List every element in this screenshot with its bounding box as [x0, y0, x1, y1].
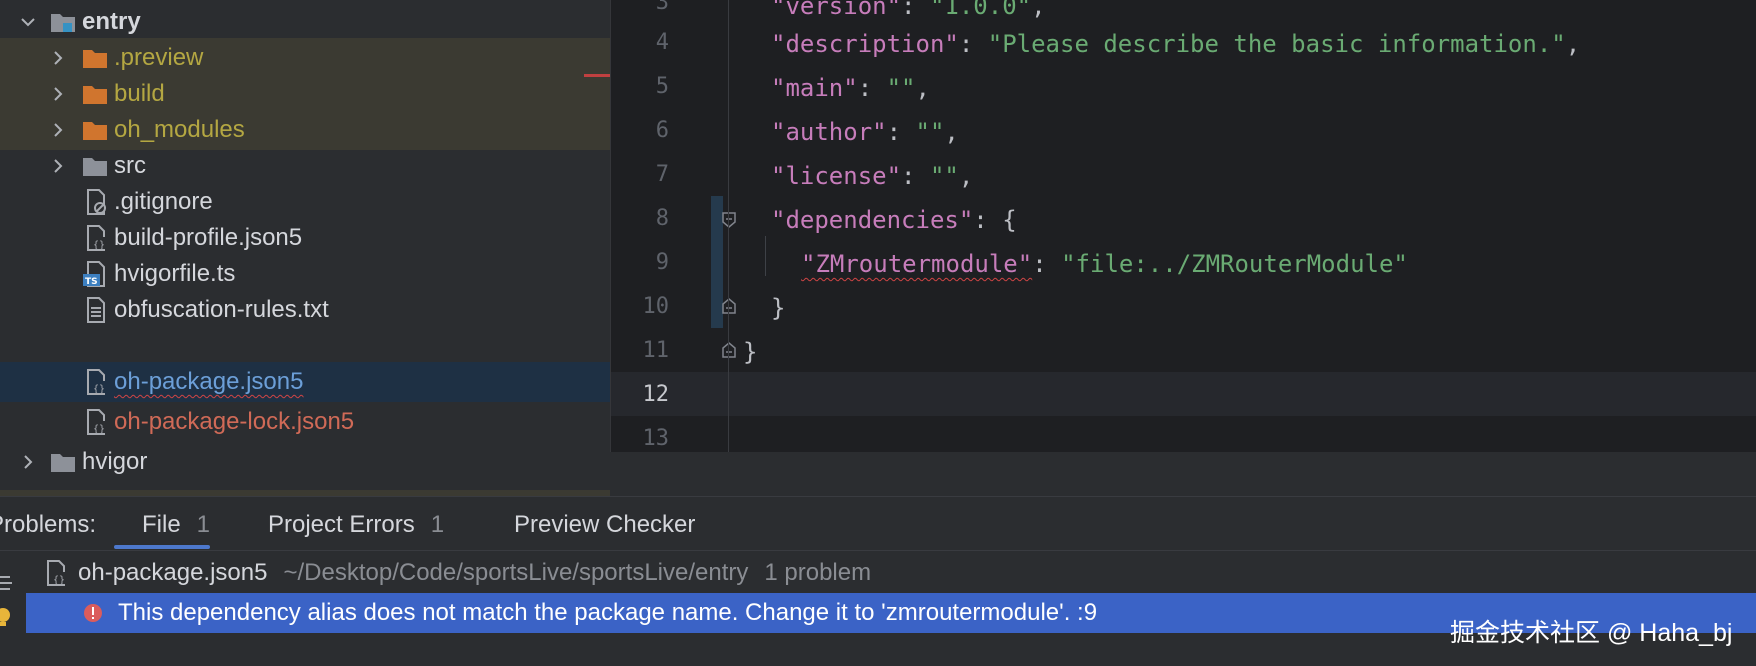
tree-item-label: hvigor [82, 448, 148, 475]
code-line[interactable]: "license": "", [771, 156, 973, 196]
line-number-current: 12 [642, 382, 670, 407]
line-number: 8 [655, 206, 669, 231]
group-by-icon[interactable] [0, 576, 12, 590]
tree-item-label: .gitignore [114, 188, 213, 215]
line-number: 6 [655, 118, 669, 143]
problem-file-name: oh-package.json5 [78, 559, 268, 586]
tree-item-label: hvigorfile.ts [114, 260, 236, 287]
folder-excluded-icon [80, 43, 110, 73]
fold-marker-icon[interactable] [719, 340, 739, 360]
code-line[interactable]: "version": "1.0.0", [771, 0, 1046, 26]
ignore-file-icon [80, 187, 110, 217]
current-line-highlight [729, 372, 1756, 416]
tree-item-build-profile[interactable]: {} build-profile.json5 [0, 218, 610, 258]
tree-item-label: build [114, 80, 165, 107]
json5-file-icon: {} [40, 558, 70, 588]
code-line[interactable]: } [771, 288, 785, 328]
lightbulb-icon[interactable] [0, 608, 10, 626]
active-tab-indicator [114, 545, 210, 549]
tree-item-preview[interactable]: .preview [0, 38, 610, 78]
tree-item-gitignore[interactable]: .gitignore [0, 182, 610, 222]
tree-item-hvigorfile[interactable]: TS hvigorfile.ts [0, 254, 610, 294]
tree-item-label: oh-package-lock.json5 [114, 408, 355, 435]
fold-marker-icon[interactable] [719, 210, 739, 230]
watermark: 掘金技术社区 @ Haha_bj [1450, 619, 1733, 647]
code-line[interactable]: "dependencies": { [771, 200, 1017, 240]
tree-item-oh-package-lock[interactable]: {} oh-package-lock.json5 [0, 402, 610, 442]
project-tree: entry .preview build oh_modules src .git… [0, 0, 610, 496]
line-number: 5 [655, 74, 669, 99]
svg-text:{}: {} [53, 575, 65, 586]
problem-message: This dependency alias does not match the… [118, 599, 1098, 626]
svg-text:{}: {} [93, 384, 105, 395]
tab-preview-checker[interactable]: Preview Checker [514, 507, 695, 543]
chevron-right-icon[interactable] [48, 48, 68, 68]
folder-excluded-icon [80, 79, 110, 109]
chevron-right-icon[interactable] [48, 120, 68, 140]
editor-gutter: 3 4 5 6 7 8 9 10 11 12 13 [611, 0, 736, 452]
line-number: 13 [642, 426, 670, 451]
line-number: 3 [655, 0, 669, 15]
tree-item-label: entry [82, 8, 141, 35]
indent-guide [765, 236, 766, 276]
tree-item-label: src [114, 152, 146, 179]
svg-text:{}: {} [93, 240, 105, 251]
error-icon [84, 604, 102, 622]
line-number: 9 [655, 250, 669, 275]
tab-project-errors[interactable]: Project Errors 1 [268, 507, 444, 543]
tree-item-label: build-profile.json5 [114, 224, 303, 251]
tree-item-src[interactable]: src [0, 146, 610, 186]
line-number: 11 [642, 338, 670, 363]
line-number: 10 [642, 294, 670, 319]
ts-file-icon: TS [80, 259, 110, 289]
problem-file-row[interactable]: {} oh-package.json5 ~/Desktop/Code/sport… [40, 555, 871, 591]
text-file-icon [80, 295, 110, 325]
code-line[interactable]: "author": "", [771, 112, 959, 152]
folder-icon [80, 151, 110, 181]
tree-item-label: oh_modules [114, 116, 245, 143]
problems-toolbar [0, 551, 26, 666]
tree-item-obfuscation-rules[interactable]: obfuscation-rules.txt [0, 290, 610, 330]
code-editor[interactable]: 3 4 5 6 7 8 9 10 11 12 13 "version": "1.… [610, 0, 1756, 452]
tree-item-oh-package[interactable]: {} oh-package.json5 [0, 362, 610, 402]
folder-module-icon [48, 7, 78, 37]
svg-text:{}: {} [93, 424, 105, 435]
problem-file-path: ~/Desktop/Code/sportsLive/sportsLive/ent… [283, 559, 749, 586]
line-number: 4 [655, 30, 669, 55]
tab-file[interactable]: File 1 [142, 507, 210, 543]
error-stripe-mark [584, 74, 610, 77]
json5-file-icon: {} [80, 223, 110, 253]
tree-item-build[interactable]: build [0, 74, 610, 114]
problems-panel: Problems: File1 Project Errors1 Preview … [0, 496, 1756, 666]
fold-marker-icon[interactable] [719, 296, 739, 316]
tree-item-oh-modules[interactable]: oh_modules [0, 110, 610, 150]
tree-item-label: obfuscation-rules.txt [114, 296, 329, 323]
chevron-right-icon[interactable] [18, 452, 38, 472]
json5-file-icon: {} [80, 367, 110, 397]
json5-file-icon: {} [80, 407, 110, 437]
chevron-right-icon[interactable] [48, 84, 68, 104]
folder-excluded-icon [80, 115, 110, 145]
problems-title: Problems: [0, 511, 97, 538]
problem-count: 1 problem [764, 559, 872, 586]
code-line[interactable]: "description": "Please describe the basi… [771, 24, 1580, 64]
svg-text:TS: TS [85, 277, 98, 287]
chevron-right-icon[interactable] [48, 156, 68, 176]
dependency-alias: "ZMroutermodule" [801, 250, 1033, 278]
tree-item-label: oh-package.json5 [114, 368, 304, 395]
chevron-down-icon[interactable] [18, 12, 38, 32]
folder-icon [48, 447, 78, 477]
code-line[interactable]: "main": "", [771, 68, 930, 108]
tree-item-entry[interactable]: entry [0, 2, 610, 42]
tree-item-label: .preview [114, 44, 204, 71]
line-number: 7 [655, 162, 669, 187]
code-line[interactable]: } [743, 332, 757, 372]
code-line-error[interactable]: "ZMroutermodule": "file:../ZMRouterModul… [801, 244, 1408, 284]
problems-tab-bar: Problems: File1 Project Errors1 Preview … [0, 497, 1756, 551]
tree-item-hvigor[interactable]: hvigor [0, 442, 610, 482]
